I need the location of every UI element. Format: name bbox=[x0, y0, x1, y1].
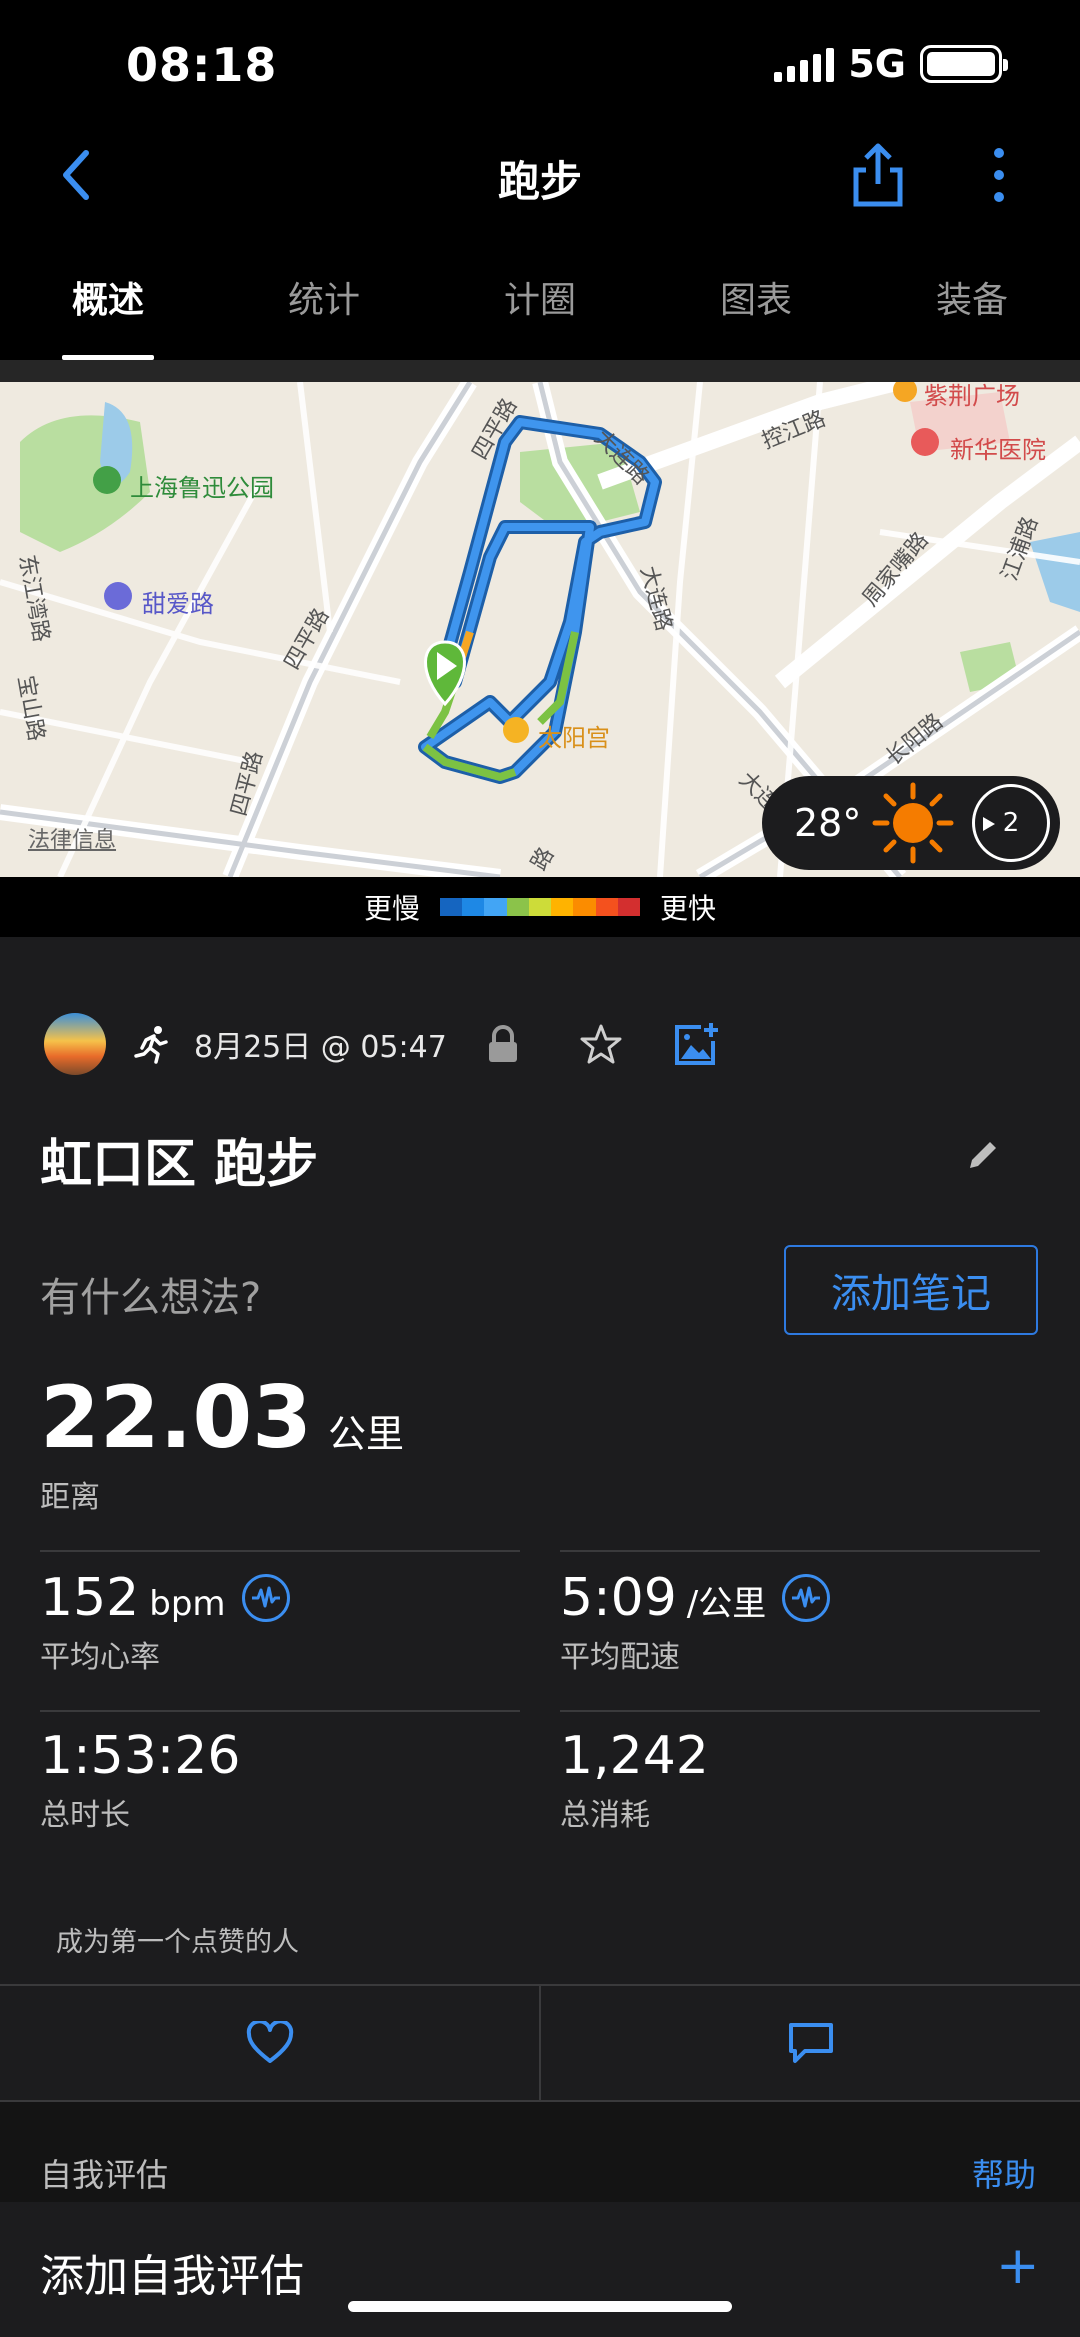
pace-color-swatch bbox=[551, 898, 574, 916]
avg-pace-label: 平均配速 bbox=[560, 1640, 680, 1675]
distance-unit: 公里 bbox=[328, 1412, 405, 1456]
pace-color-swatch bbox=[617, 898, 640, 916]
calories-value: 1,242 bbox=[560, 1726, 709, 1786]
thoughts-prompt: 有什么想法? bbox=[40, 1275, 262, 1321]
self-eval-section-label: 自我评估 bbox=[40, 2156, 169, 2194]
pace-color-swatch bbox=[573, 898, 596, 916]
legal-info-link[interactable]: 法律信息 bbox=[28, 822, 116, 854]
pace-color-swatch bbox=[595, 898, 618, 916]
map-label-park: 上海鲁迅公园 bbox=[130, 474, 274, 502]
status-time: 08:18 bbox=[126, 38, 278, 92]
duration-stat: 1:53:26 总时长 bbox=[40, 1730, 240, 1834]
like-button[interactable] bbox=[0, 1986, 541, 2100]
page-title: 跑步 bbox=[497, 157, 582, 206]
map-label-hospital: 新华医院 bbox=[950, 436, 1046, 464]
comment-button[interactable] bbox=[541, 1986, 1080, 2100]
add-self-eval-label[interactable]: 添加自我评估 bbox=[40, 2240, 304, 2304]
avg-hr-value: 152 bbox=[40, 1568, 140, 1628]
map-label-taiyang: 太阳宫 bbox=[538, 724, 610, 752]
calories-stat: 1,242 总消耗 bbox=[560, 1730, 709, 1834]
activity-date: 8月25日 @ 05:47 bbox=[194, 1030, 447, 1065]
star-icon[interactable] bbox=[579, 1022, 623, 1066]
tab-stats[interactable]: 统计 bbox=[216, 265, 432, 360]
map-label-tianai: 甜爱路 bbox=[142, 590, 214, 618]
duration-value: 1:53:26 bbox=[40, 1726, 241, 1786]
activity-title: 虹口区 跑步 bbox=[40, 1135, 319, 1195]
pace-chart-icon[interactable] bbox=[782, 1574, 831, 1622]
divider bbox=[560, 1710, 1040, 1712]
pace-color-swatch bbox=[528, 898, 552, 916]
avatar[interactable] bbox=[44, 1013, 106, 1075]
comment-icon bbox=[788, 2023, 833, 2063]
sun-icon bbox=[872, 782, 954, 864]
distance-value: 22.03 bbox=[40, 1368, 313, 1468]
activity-meta: 8月25日 @ 05:47 bbox=[44, 1013, 719, 1075]
avg-hr-unit: bpm bbox=[149, 1584, 226, 1624]
lock-icon[interactable] bbox=[485, 1024, 521, 1064]
calories-label: 总消耗 bbox=[560, 1798, 650, 1833]
legend-slower: 更慢 bbox=[363, 892, 420, 925]
status-indicators: 5G bbox=[774, 42, 1008, 86]
pace-color-scale bbox=[440, 898, 640, 916]
edit-icon[interactable] bbox=[966, 1138, 1000, 1172]
wind-indicator: 2 bbox=[972, 784, 1050, 862]
legend-faster: 更快 bbox=[660, 892, 717, 925]
network-type: 5G bbox=[848, 42, 906, 86]
duration-label: 总时长 bbox=[40, 1798, 130, 1833]
tab-bar: 概述 统计 计圈 图表 装备 bbox=[0, 265, 1080, 360]
divider bbox=[40, 1710, 520, 1712]
pace-legend: 更慢 更快 bbox=[0, 877, 1080, 937]
battery-icon bbox=[920, 45, 1008, 83]
avg-pace-unit: /公里 bbox=[686, 1584, 767, 1624]
distance-label: 距离 bbox=[40, 1480, 100, 1515]
tab-laps[interactable]: 计圈 bbox=[432, 265, 648, 360]
divider bbox=[40, 1550, 520, 1552]
avg-pace-stat: 5:09 /公里 平均配速 bbox=[560, 1568, 831, 1676]
add-note-button[interactable]: 添加笔记 bbox=[784, 1245, 1038, 1335]
help-link[interactable]: 帮助 bbox=[972, 2150, 1036, 2196]
pace-color-swatch bbox=[462, 898, 485, 916]
avg-hr-stat: 152 bpm 平均心率 bbox=[40, 1572, 290, 1676]
temperature: 28° bbox=[794, 801, 862, 845]
tab-charts[interactable]: 图表 bbox=[648, 265, 864, 360]
social-action-bar bbox=[0, 1984, 1080, 2102]
divider bbox=[560, 1550, 1040, 1552]
weather-badge: 28° 2 bbox=[762, 776, 1060, 870]
add-photo-icon[interactable] bbox=[673, 1021, 719, 1067]
share-icon[interactable] bbox=[848, 140, 908, 210]
pace-color-swatch bbox=[484, 898, 507, 916]
home-indicator bbox=[348, 2301, 732, 2312]
signal-icon bbox=[774, 46, 835, 82]
wind-direction-icon bbox=[983, 817, 995, 831]
heart-rate-chart-icon[interactable] bbox=[241, 1574, 290, 1622]
avg-hr-label: 平均心率 bbox=[40, 1640, 160, 1675]
plus-icon[interactable]: + bbox=[996, 2236, 1040, 2296]
pace-color-swatch bbox=[506, 898, 529, 916]
tab-gear[interactable]: 装备 bbox=[864, 265, 1080, 360]
distance-stat: 22.03 公里 bbox=[40, 1375, 404, 1461]
wind-force: 2 bbox=[1002, 808, 1020, 838]
pace-color-swatch bbox=[440, 898, 463, 916]
avg-pace-value: 5:09 bbox=[560, 1568, 677, 1628]
tab-overview[interactable]: 概述 bbox=[0, 265, 216, 360]
map-label-zijing: 紫荆广场 bbox=[924, 382, 1020, 410]
first-like-text: 成为第一个点赞的人 bbox=[56, 1927, 299, 1958]
tab-divider bbox=[0, 360, 1080, 382]
running-icon bbox=[134, 1026, 168, 1064]
more-options-icon[interactable] bbox=[984, 145, 1014, 205]
heart-icon bbox=[246, 2021, 293, 2063]
